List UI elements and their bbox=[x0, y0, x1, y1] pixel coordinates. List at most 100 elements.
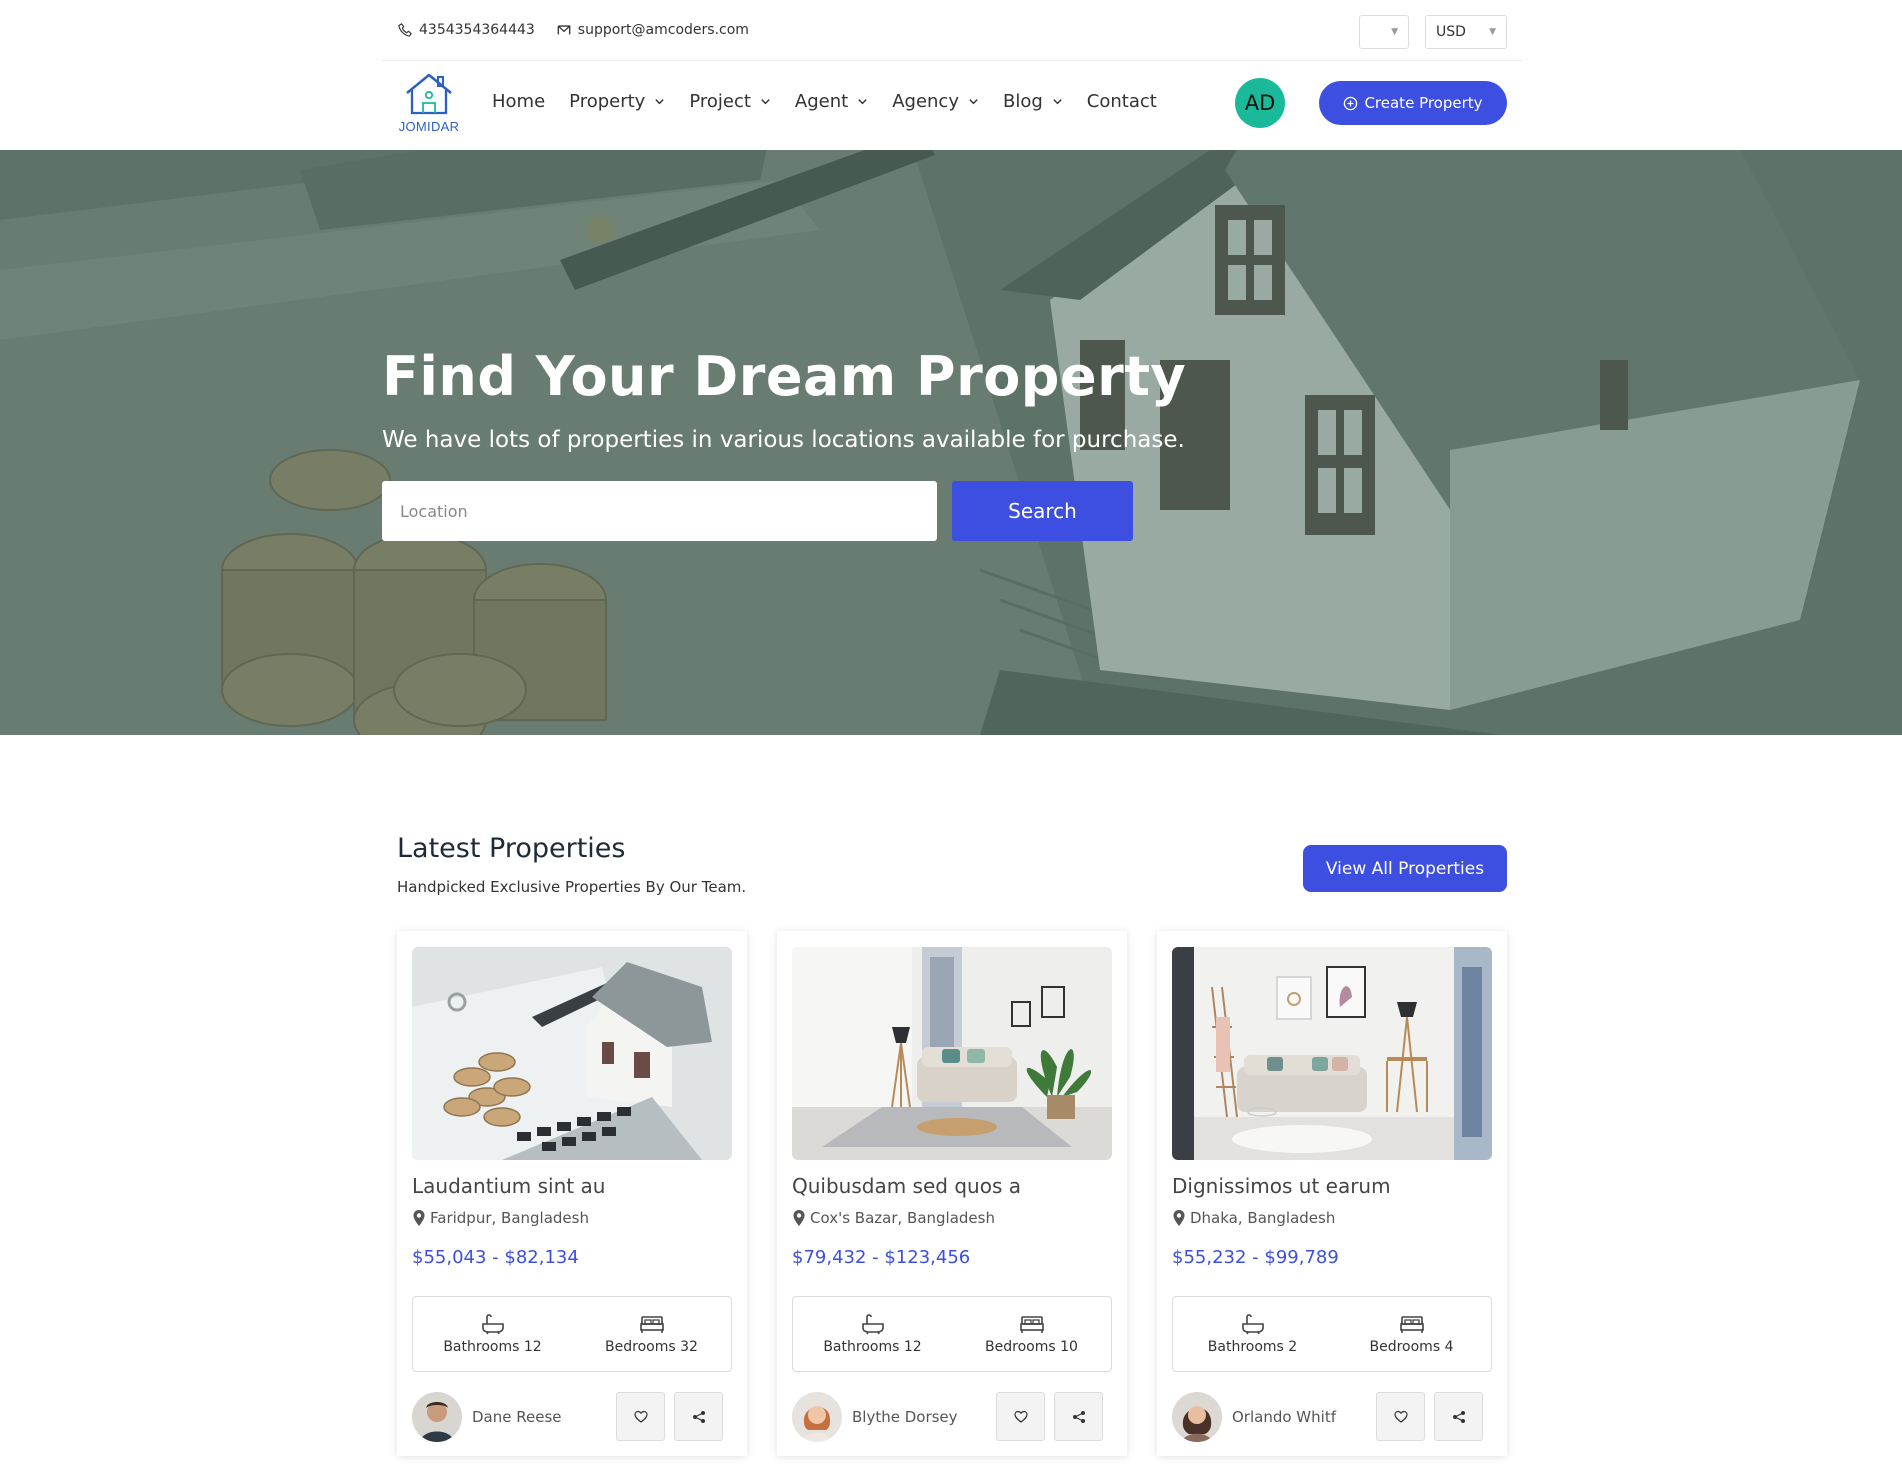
heart-icon bbox=[633, 1410, 648, 1423]
main-navbar: JOMIDAR Home Property Project Agent Agen… bbox=[382, 61, 1522, 150]
bedrooms-text: Bedrooms 32 bbox=[605, 1339, 698, 1355]
nav-item-contact[interactable]: Contact bbox=[1087, 91, 1157, 112]
chevron-down-icon bbox=[1053, 99, 1062, 105]
property-image[interactable] bbox=[412, 947, 732, 1160]
property-image[interactable] bbox=[1172, 947, 1492, 1160]
owner-info[interactable]: Dane Reese bbox=[412, 1392, 562, 1442]
bathtub-icon bbox=[1241, 1314, 1264, 1335]
bathrooms-feature: Bathrooms 12 bbox=[793, 1297, 952, 1371]
email-contact[interactable]: support@amcoders.com bbox=[557, 22, 749, 38]
contact-info: 4354354364443 support@amcoders.com bbox=[398, 22, 749, 38]
nav-menu: Home Property Project Agent Agency Blog … bbox=[492, 91, 1157, 112]
nav-item-property[interactable]: Property bbox=[569, 91, 665, 112]
owner-info[interactable]: Orlando Whitf bbox=[1172, 1392, 1336, 1442]
heart-icon bbox=[1013, 1410, 1028, 1423]
section-subtitle: Handpicked Exclusive Properties By Our T… bbox=[397, 878, 747, 896]
hero-subtitle: We have lots of properties in various lo… bbox=[382, 427, 1185, 453]
share-icon bbox=[1072, 1410, 1085, 1423]
owner-avatar[interactable] bbox=[412, 1392, 462, 1442]
owner-name: Orlando Whitf bbox=[1232, 1408, 1336, 1426]
email-address: support@amcoders.com bbox=[577, 22, 749, 38]
share-icon bbox=[692, 1410, 705, 1423]
phone-icon bbox=[398, 23, 412, 37]
favorite-button[interactable] bbox=[616, 1392, 665, 1441]
owner-avatar[interactable] bbox=[1172, 1392, 1222, 1442]
property-title[interactable]: Laudantium sint au bbox=[412, 1174, 605, 1198]
property-card[interactable]: Dignissimos ut earum Dhaka, Bangladesh $… bbox=[1157, 931, 1507, 1456]
bedrooms-text: Bedrooms 10 bbox=[985, 1339, 1078, 1355]
owner-name: Blythe Dorsey bbox=[852, 1408, 958, 1426]
create-property-button[interactable]: Create Property bbox=[1319, 81, 1507, 125]
property-title[interactable]: Quibusdam sed quos a bbox=[792, 1174, 1021, 1198]
caret-down-icon: ▼ bbox=[1489, 27, 1496, 37]
language-select[interactable]: ▼ bbox=[1359, 15, 1409, 49]
owner-photo bbox=[792, 1392, 842, 1442]
site-logo[interactable]: JOMIDAR bbox=[397, 71, 461, 141]
logo-text: JOMIDAR bbox=[398, 119, 460, 134]
property-price: $55,043 - $82,134 bbox=[412, 1247, 579, 1268]
bedrooms-feature: Bedrooms 10 bbox=[952, 1297, 1111, 1371]
owner-photo bbox=[412, 1392, 462, 1442]
property-features: Bathrooms 12 Bedrooms 32 bbox=[412, 1296, 732, 1372]
bathtub-icon bbox=[861, 1314, 884, 1335]
chevron-down-icon bbox=[969, 99, 978, 105]
bathrooms-text: Bathrooms 12 bbox=[443, 1339, 542, 1355]
property-price: $55,232 - $99,789 bbox=[1172, 1247, 1339, 1268]
section-title: Latest Properties bbox=[397, 833, 626, 864]
location-pin-icon bbox=[793, 1210, 805, 1226]
mail-icon bbox=[557, 25, 571, 35]
nav-item-project[interactable]: Project bbox=[689, 91, 771, 112]
share-button[interactable] bbox=[1434, 1392, 1483, 1441]
search-button-label: Search bbox=[1008, 499, 1077, 523]
nav-item-agent[interactable]: Agent bbox=[795, 91, 868, 112]
location-pin-icon bbox=[413, 1210, 425, 1226]
chevron-down-icon bbox=[858, 99, 867, 105]
nav-label: Contact bbox=[1086, 91, 1157, 112]
bathrooms-text: Bathrooms 12 bbox=[823, 1339, 922, 1355]
property-photo-bright-lounge bbox=[1172, 947, 1492, 1160]
nav-label: Agency bbox=[892, 91, 959, 112]
nav-item-blog[interactable]: Blog bbox=[1003, 91, 1063, 112]
currency-select[interactable]: USD ▼ bbox=[1425, 15, 1507, 49]
view-all-label: View All Properties bbox=[1325, 858, 1485, 879]
create-property-label: Create Property bbox=[1364, 94, 1483, 112]
house-logo-icon bbox=[406, 73, 452, 115]
owner-avatar[interactable] bbox=[792, 1392, 842, 1442]
heart-icon bbox=[1393, 1410, 1408, 1423]
favorite-button[interactable] bbox=[996, 1392, 1045, 1441]
view-all-properties-button[interactable]: View All Properties bbox=[1303, 845, 1507, 892]
property-title[interactable]: Dignissimos ut earum bbox=[1172, 1174, 1391, 1198]
bed-icon bbox=[1399, 1316, 1424, 1333]
property-image[interactable] bbox=[792, 947, 1112, 1160]
bed-icon bbox=[639, 1316, 664, 1333]
share-button[interactable] bbox=[674, 1392, 723, 1441]
top-bar: 4354354364443 support@amcoders.com ▼ USD… bbox=[382, 0, 1522, 61]
nav-item-home[interactable]: Home bbox=[492, 91, 545, 112]
bathtub-icon bbox=[481, 1314, 504, 1335]
search-button[interactable]: Search bbox=[952, 481, 1133, 541]
nav-item-agency[interactable]: Agency bbox=[892, 91, 979, 112]
bed-icon bbox=[1019, 1316, 1044, 1333]
bathrooms-feature: Bathrooms 12 bbox=[413, 1297, 572, 1371]
nav-label: Property bbox=[569, 91, 646, 112]
owner-info[interactable]: Blythe Dorsey bbox=[792, 1392, 958, 1442]
chevron-down-icon bbox=[761, 99, 770, 105]
phone-number: 4354354364443 bbox=[419, 22, 535, 38]
location-text: Cox's Bazar, Bangladesh bbox=[810, 1209, 995, 1227]
user-avatar[interactable]: AD bbox=[1235, 78, 1285, 128]
property-location: Faridpur, Bangladesh bbox=[412, 1209, 589, 1227]
nav-label: Project bbox=[689, 91, 751, 112]
property-photo-house-model bbox=[412, 947, 732, 1160]
property-features: Bathrooms 12 Bedrooms 10 bbox=[792, 1296, 1112, 1372]
share-button[interactable] bbox=[1054, 1392, 1103, 1441]
phone-contact[interactable]: 4354354364443 bbox=[398, 22, 535, 38]
property-location: Cox's Bazar, Bangladesh bbox=[792, 1209, 995, 1227]
location-search-input[interactable] bbox=[382, 481, 937, 541]
owner-photo bbox=[1172, 1392, 1222, 1442]
location-pin-icon bbox=[1173, 1210, 1185, 1226]
property-card[interactable]: Laudantium sint au Faridpur, Bangladesh … bbox=[397, 931, 747, 1456]
plus-circle-icon bbox=[1344, 96, 1358, 110]
property-card[interactable]: Quibusdam sed quos a Cox's Bazar, Bangla… bbox=[777, 931, 1127, 1456]
property-features: Bathrooms 2 Bedrooms 4 bbox=[1172, 1296, 1492, 1372]
favorite-button[interactable] bbox=[1376, 1392, 1425, 1441]
